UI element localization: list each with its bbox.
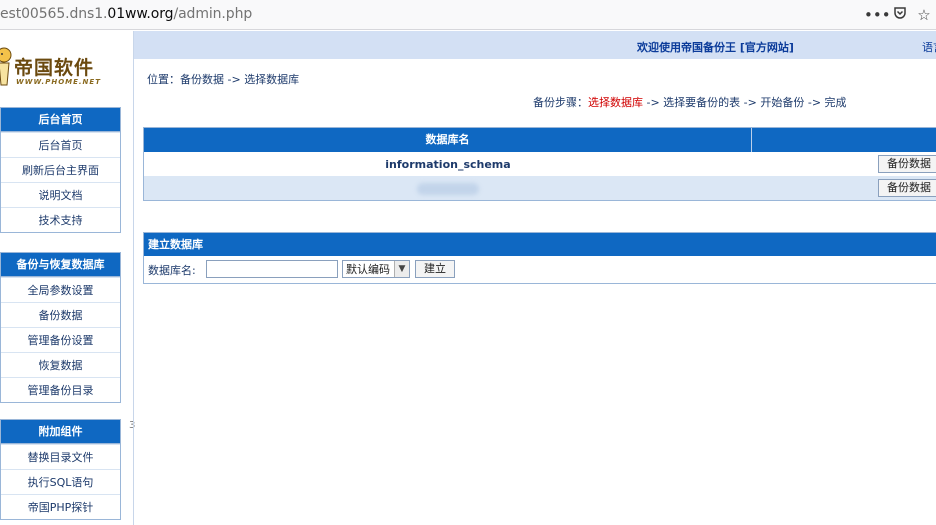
- more-icon[interactable]: •••: [864, 6, 891, 24]
- sidebar: 帝国软件 WWW.PHOME.NET 后台首页 后台首页 刷新后台主界面 说明文…: [0, 31, 129, 525]
- db-name-cell: information_schema: [385, 157, 511, 171]
- sidebar-item-manage-backup-settings[interactable]: 管理备份设置: [1, 327, 120, 352]
- menu-home-title: 后台首页: [1, 108, 120, 132]
- breadcrumb-backup-data[interactable]: 备份数据: [180, 73, 224, 86]
- breadcrumb: 位置：备份数据 -> 选择数据库: [147, 71, 299, 87]
- db-name-input[interactable]: [206, 260, 338, 278]
- sidebar-item-php-probe[interactable]: 帝国PHP探针: [1, 494, 120, 519]
- breadcrumb-current: 选择数据库: [244, 73, 300, 86]
- logo-url: WWW.PHOME.NET: [16, 78, 101, 86]
- sidebar-item-replace-files[interactable]: 替换目录文件: [1, 444, 120, 469]
- sidebar-item-home[interactable]: 后台首页: [1, 132, 120, 157]
- sidebar-item-run-sql[interactable]: 执行SQL语句: [1, 469, 120, 494]
- steps-label: 备份步骤：: [533, 96, 588, 109]
- sidebar-item-restore-data[interactable]: 恢复数据: [1, 352, 120, 377]
- sidebar-item-docs[interactable]: 说明文档: [1, 182, 120, 207]
- create-database-button[interactable]: 建立: [415, 260, 455, 278]
- browser-url-bar[interactable]: est00565.dns1.01ww.org/admin.php ••• ☆: [0, 0, 936, 30]
- table-row: 备份数据: [144, 176, 936, 200]
- top-bar: 欢迎使用帝国备份王 [官方网站] 语言: [134, 31, 936, 59]
- sidebar-item-global-settings[interactable]: 全局参数设置: [1, 277, 120, 302]
- menu-addons-title: 附加组件: [1, 420, 120, 444]
- sidebar-item-backup-data[interactable]: 备份数据: [1, 302, 120, 327]
- star-icon[interactable]: ☆: [912, 6, 936, 24]
- redacted-db-name: [417, 182, 479, 195]
- step-current: 选择数据库: [588, 96, 643, 109]
- create-database-title: 建立数据库: [144, 233, 936, 256]
- create-database-panel: 建立数据库 数据库名: 默认编码 ▼ 建立: [143, 232, 936, 284]
- sidebar-item-manage-backup-dir[interactable]: 管理备份目录: [1, 377, 120, 402]
- encoding-value: 默认编码: [346, 263, 390, 276]
- steps-rest: -> 选择要备份的表 -> 开始备份 -> 完成: [643, 96, 847, 109]
- database-table: 数据库名 information_schema 备份数据 备份数据: [143, 127, 936, 201]
- mascot-icon: [0, 47, 12, 86]
- breadcrumb-label: 位置：: [147, 73, 180, 86]
- menu-backup-title: 备份与恢复数据库: [1, 253, 120, 277]
- sidebar-item-refresh[interactable]: 刷新后台主界面: [1, 157, 120, 182]
- menu-home: 后台首页 后台首页 刷新后台主界面 说明文档 技术支持: [0, 107, 121, 233]
- db-name-cell-redacted: [144, 182, 752, 195]
- db-name-label: 数据库名:: [148, 264, 196, 277]
- backup-data-button[interactable]: 备份数据: [878, 179, 936, 197]
- backup-data-button[interactable]: 备份数据: [878, 155, 936, 173]
- encoding-select[interactable]: 默认编码 ▼: [342, 260, 410, 278]
- table-row: information_schema 备份数据: [144, 152, 936, 176]
- language-link[interactable]: 语言: [922, 39, 936, 55]
- table-header: 数据库名: [144, 128, 936, 152]
- backup-steps: 备份步骤：选择数据库 -> 选择要备份的表 -> 开始备份 -> 完成: [533, 94, 847, 110]
- url-bar-actions: ••• ☆: [864, 4, 936, 26]
- menu-backup: 备份与恢复数据库 全局参数设置 备份数据 管理备份设置 恢复数据 管理备份目录: [0, 252, 121, 403]
- breadcrumb-sep: ->: [224, 73, 245, 86]
- column-header-db-name: 数据库名: [144, 128, 752, 152]
- url-text[interactable]: est00565.dns1.01ww.org/admin.php: [0, 6, 252, 22]
- main-content: 欢迎使用帝国备份王 [官方网站] 语言 位置：备份数据 -> 选择数据库 备份步…: [133, 31, 936, 525]
- menu-addons: 附加组件 替换目录文件 执行SQL语句 帝国PHP探针: [0, 419, 121, 520]
- welcome-text[interactable]: 欢迎使用帝国备份王 [官方网站]: [637, 39, 794, 55]
- column-header-action: [752, 128, 936, 152]
- pocket-icon[interactable]: [888, 6, 912, 24]
- sidebar-item-support[interactable]: 技术支持: [1, 207, 120, 232]
- chevron-down-icon[interactable]: ▼: [394, 261, 409, 277]
- logo-text: 帝国软件: [14, 57, 95, 79]
- logo: 帝国软件 WWW.PHOME.NET: [0, 35, 125, 97]
